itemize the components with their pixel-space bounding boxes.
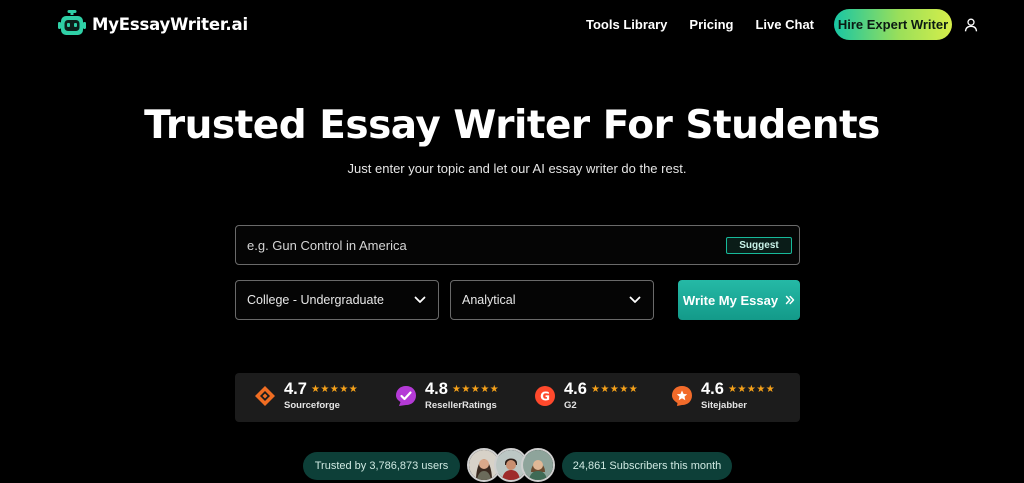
rating-g2[interactable]: G 4.6 ★★★★★ G2 — [534, 380, 638, 411]
subscribers-badge: 24,861 Subscribers this month — [562, 452, 732, 480]
rating-site-name: Sitejabber — [701, 400, 747, 411]
write-my-essay-button[interactable]: Write My Essay — [678, 280, 800, 320]
star-rating: ★★★★★ — [727, 384, 776, 395]
nav-link-live-chat[interactable]: Live Chat — [755, 17, 814, 32]
sitejabber-icon — [672, 386, 692, 406]
rating-resellerratings[interactable]: 4.8 ★★★★★ ResellerRatings — [395, 380, 499, 411]
nav-link-pricing[interactable]: Pricing — [689, 17, 733, 32]
ratings-bar: 4.7 ★★★★★ Sourceforge 4.8 ★★★★★ Reseller… — [235, 373, 800, 422]
avatar — [521, 448, 555, 482]
rating-sitejabber[interactable]: 4.6 ★★★★★ Sitejabber — [671, 380, 775, 411]
essay-type-select[interactable]: Analytical — [450, 280, 654, 320]
chevron-down-icon — [414, 296, 426, 303]
rating-site-name: ResellerRatings — [425, 400, 497, 411]
robot-logo-icon — [58, 10, 86, 35]
svg-text:G: G — [540, 390, 550, 404]
rating-site-name: G2 — [564, 400, 577, 411]
double-chevron-right-icon — [785, 295, 795, 305]
nav-link-tools-library[interactable]: Tools Library — [586, 17, 667, 32]
star-rating: ★★★★★ — [310, 384, 359, 395]
top-nav: Tools Library Pricing Live Chat Hire Exp… — [586, 9, 978, 40]
star-rating: ★★★★★ — [451, 384, 500, 395]
rating-score: 4.7 — [284, 380, 307, 398]
rating-score: 4.6 — [701, 380, 724, 398]
user-avatars — [467, 448, 555, 482]
g2-icon: G — [535, 386, 555, 406]
hire-expert-writer-button[interactable]: Hire Expert Writer — [834, 9, 952, 40]
page-title: Trusted Essay Writer For Students — [144, 103, 880, 148]
academic-level-select[interactable]: College - Undergraduate — [235, 280, 439, 320]
rating-score: 4.8 — [425, 380, 448, 398]
brand-name: MyEssayWriter.ai — [92, 14, 248, 34]
academic-level-value: College - Undergraduate — [247, 293, 384, 307]
page-subtitle: Just enter your topic and let our AI ess… — [347, 161, 687, 176]
topic-input[interactable] — [247, 226, 707, 264]
trusted-users-badge: Trusted by 3,786,873 users — [303, 452, 460, 480]
topic-field: Suggest — [235, 225, 800, 265]
user-icon[interactable] — [964, 18, 978, 32]
resellerratings-icon — [396, 386, 416, 406]
suggest-button[interactable]: Suggest — [726, 237, 792, 254]
chevron-down-icon — [629, 296, 641, 303]
sourceforge-icon — [255, 386, 275, 406]
essay-type-value: Analytical — [462, 293, 516, 307]
star-rating: ★★★★★ — [590, 384, 639, 395]
rating-score: 4.6 — [564, 380, 587, 398]
rating-sourceforge[interactable]: 4.7 ★★★★★ Sourceforge — [254, 380, 358, 411]
rating-site-name: Sourceforge — [284, 400, 340, 411]
write-my-essay-label: Write My Essay — [682, 292, 779, 308]
brand-logo[interactable]: MyEssayWriter.ai — [58, 10, 248, 38]
